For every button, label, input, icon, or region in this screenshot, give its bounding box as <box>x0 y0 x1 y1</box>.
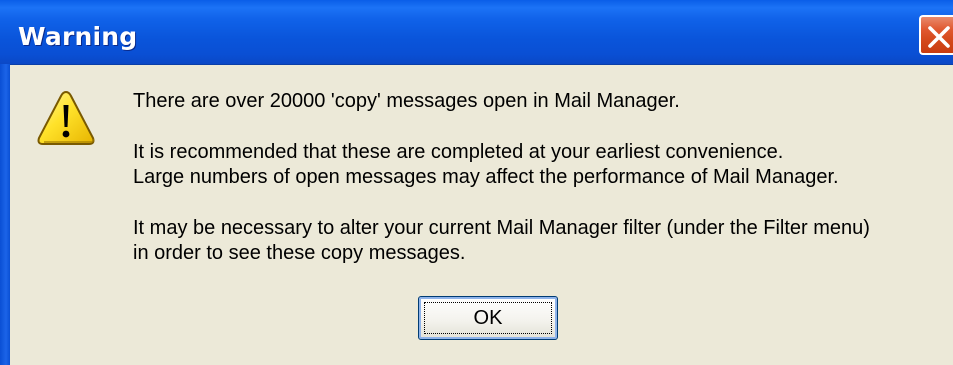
warning-dialog: Warning There are over 20000 'copy' mess… <box>0 0 953 365</box>
window-left-border <box>0 64 10 365</box>
window-title: Warning <box>18 22 138 51</box>
title-bar[interactable]: Warning <box>0 0 953 65</box>
message-line: There are over 20000 'copy' messages ope… <box>133 90 680 112</box>
close-button[interactable] <box>919 15 953 55</box>
message-line: in order to see these copy messages. <box>133 242 466 264</box>
message-line: It is recommended that these are complet… <box>133 141 784 163</box>
warning-triangle-icon <box>37 90 95 145</box>
ok-button-label: OK <box>473 307 503 329</box>
close-icon <box>928 26 950 48</box>
dialog-body: There are over 20000 'copy' messages ope… <box>10 65 953 365</box>
ok-button[interactable]: OK <box>418 296 558 340</box>
message-text: There are over 20000 'copy' messages ope… <box>133 89 948 266</box>
message-line: Large numbers of open messages may affec… <box>133 166 839 188</box>
message-line: It may be necessary to alter your curren… <box>133 217 870 239</box>
